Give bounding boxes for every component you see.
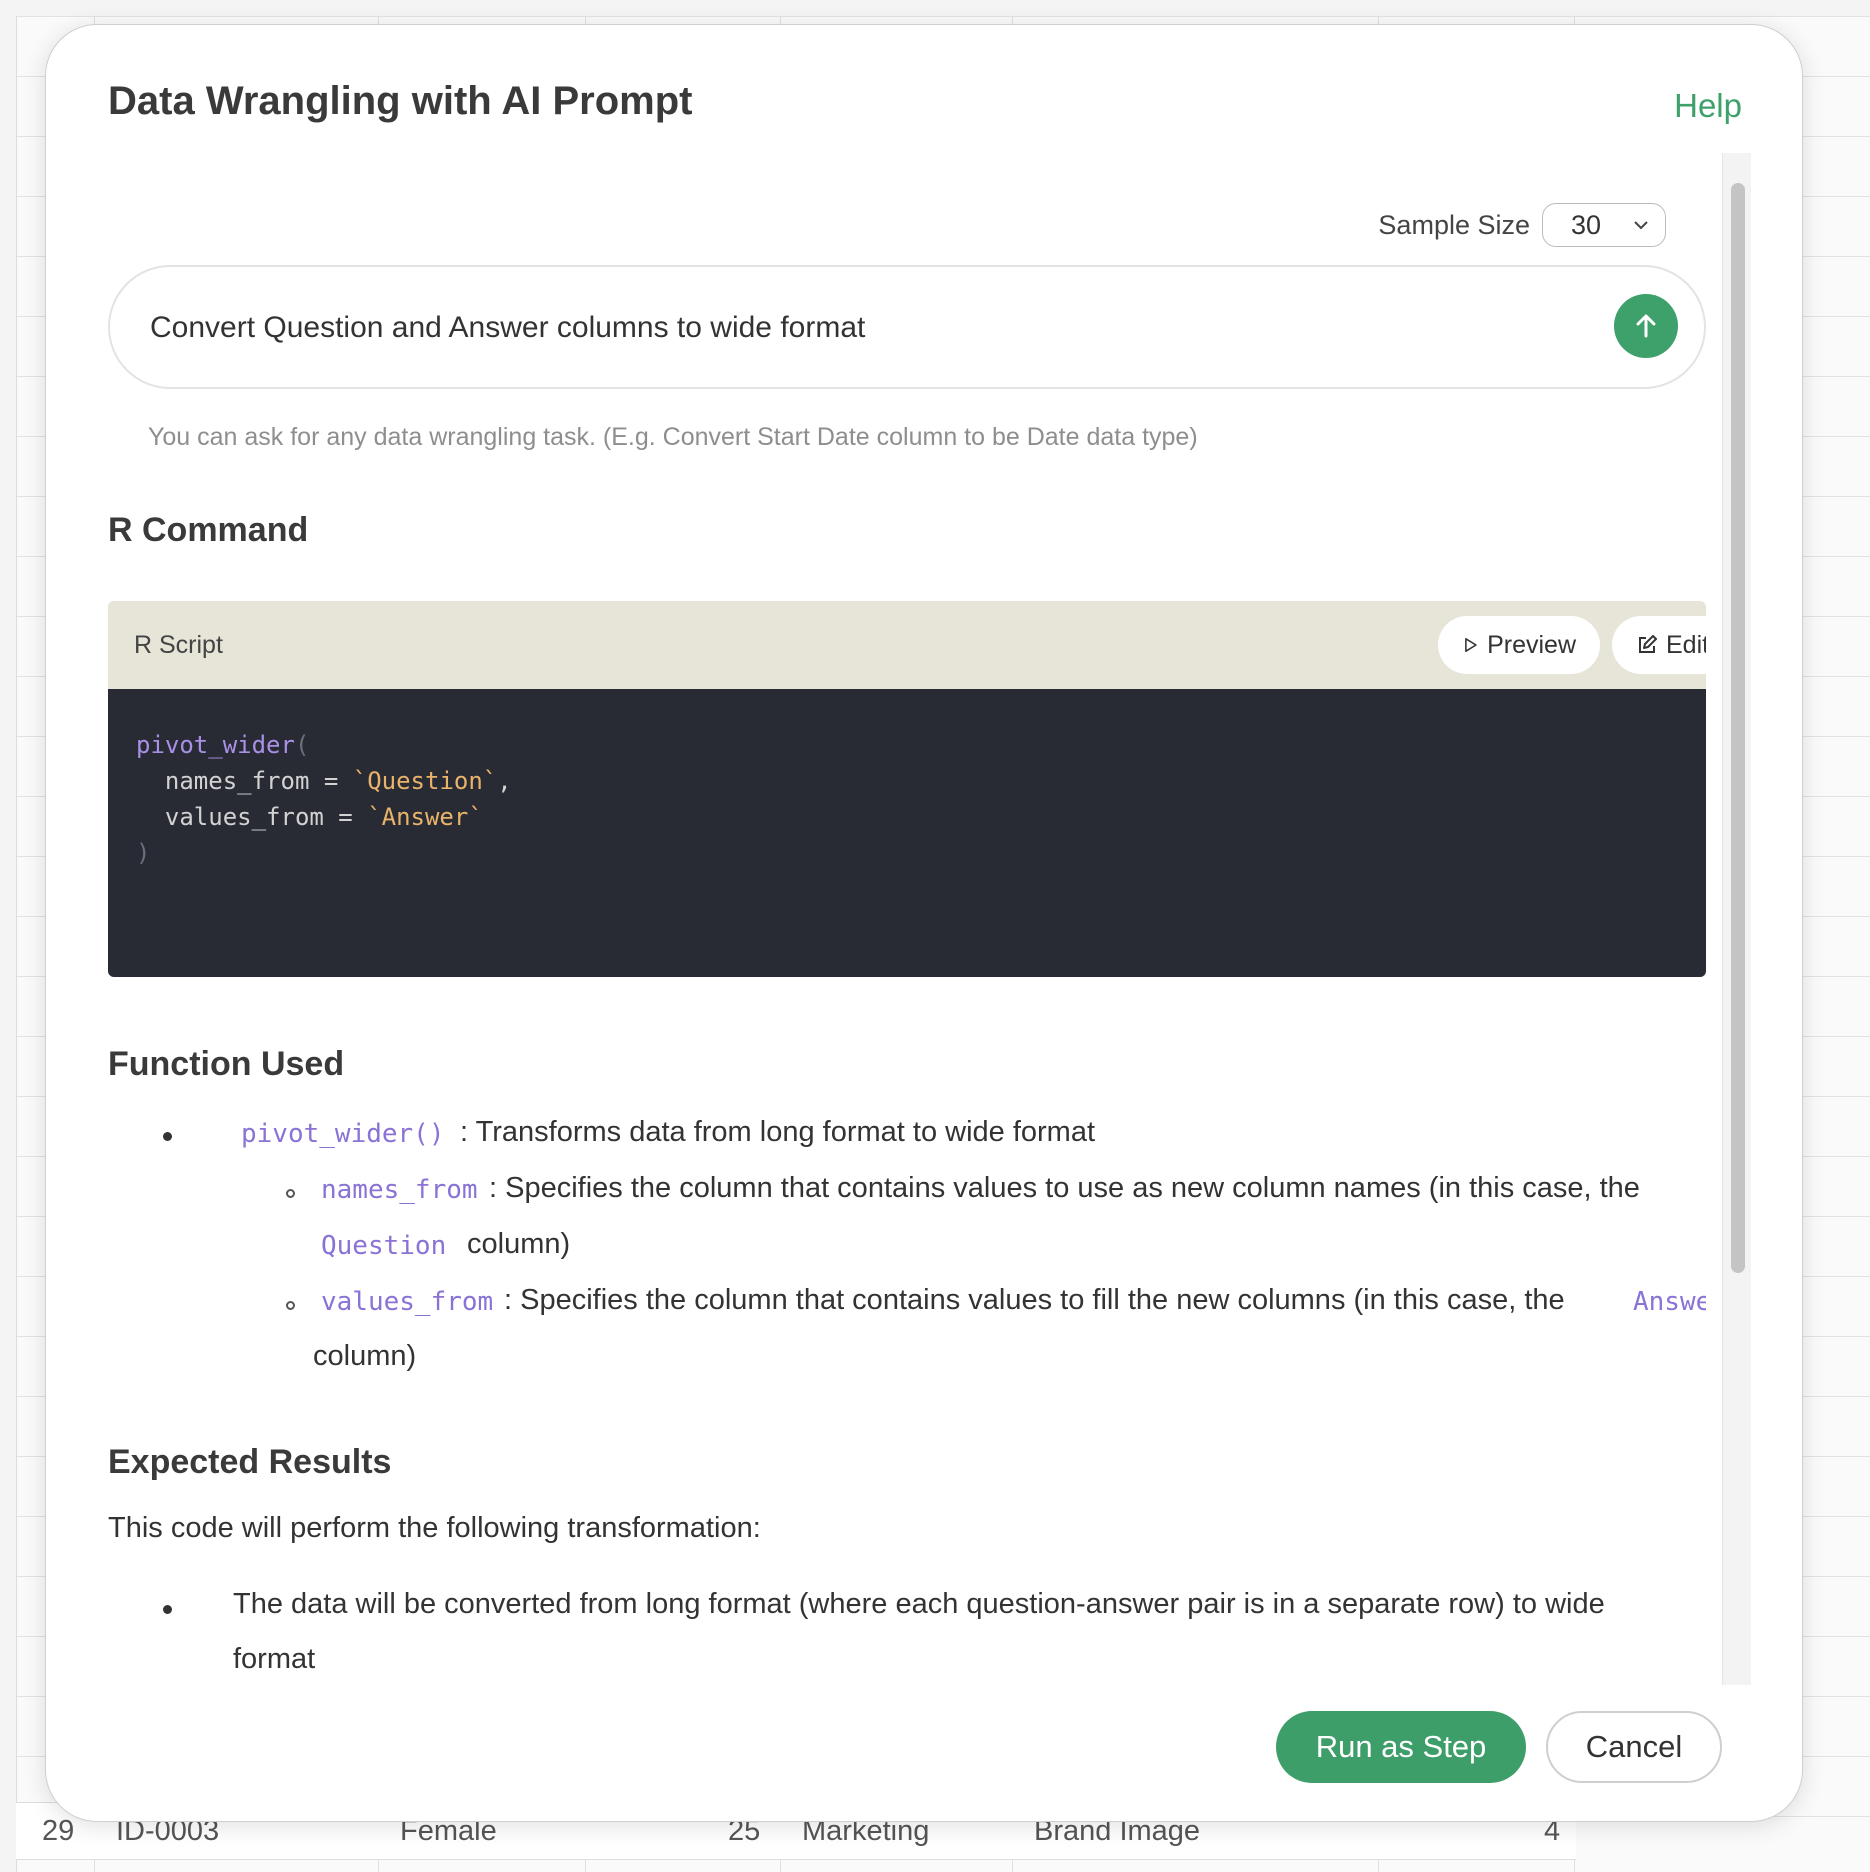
bullet bbox=[163, 1605, 172, 1614]
expected-intro: This code will perform the following tra… bbox=[108, 1512, 761, 1544]
param-names-from: names_from bbox=[321, 1175, 478, 1205]
prompt-input[interactable]: Convert Question and Answer columns to w… bbox=[108, 265, 1706, 389]
sub-bullet bbox=[286, 1189, 295, 1198]
edit-button[interactable]: Edit bbox=[1612, 616, 1706, 674]
scrollbar[interactable] bbox=[1722, 153, 1751, 1685]
run-as-step-button[interactable]: Run as Step bbox=[1276, 1711, 1526, 1783]
edit-icon bbox=[1639, 635, 1657, 653]
preview-label: Preview bbox=[1487, 630, 1576, 659]
param-values-from-tail: column) bbox=[313, 1340, 417, 1372]
code-line: pivot_wider( bbox=[136, 731, 310, 759]
edit-label: Edit bbox=[1666, 630, 1706, 659]
expected-results-heading: Expected Results bbox=[108, 1443, 392, 1481]
param-names-from-tail: column) bbox=[467, 1228, 571, 1260]
script-header: R Script Preview Edit bbox=[108, 601, 1706, 689]
param-values-from-desc: : Specifies the column that contains val… bbox=[504, 1284, 1565, 1316]
function-name: pivot_wider() bbox=[241, 1119, 445, 1149]
preview-button[interactable]: Preview bbox=[1438, 616, 1600, 674]
expected-bullet-line2: format bbox=[233, 1643, 316, 1675]
prompt-input-text: Convert Question and Answer columns to w… bbox=[150, 311, 866, 344]
script-label: R Script bbox=[134, 631, 223, 659]
param-names-from-column: Question bbox=[321, 1231, 447, 1261]
sample-size-control: Sample Size 30 bbox=[1378, 203, 1666, 247]
chevron-down-icon bbox=[1634, 221, 1648, 230]
r-command-heading: R Command bbox=[108, 511, 309, 549]
sample-size-label: Sample Size bbox=[1378, 209, 1530, 240]
dialog-title: Data Wrangling with AI Prompt bbox=[108, 79, 693, 123]
sub-bullet bbox=[286, 1301, 295, 1310]
sample-size-value: 30 bbox=[1571, 209, 1602, 240]
play-icon bbox=[1465, 638, 1477, 652]
function-description: : Transforms data from long format to wi… bbox=[460, 1116, 1096, 1148]
sample-size-select[interactable]: 30 bbox=[1542, 203, 1666, 247]
ai-prompt-dialog: Data Wrangling with AI Prompt Help Sampl… bbox=[45, 24, 1803, 1822]
code-line: names_from = `Question`, bbox=[136, 767, 512, 795]
param-names-from-desc: : Specifies the column that contains val… bbox=[489, 1172, 1640, 1204]
function-used-heading: Function Used bbox=[108, 1045, 345, 1083]
send-prompt-button[interactable] bbox=[1614, 294, 1678, 358]
expected-bullet-line1: The data will be converted from long for… bbox=[233, 1588, 1605, 1620]
help-link[interactable]: Help bbox=[1674, 87, 1742, 125]
cancel-button[interactable]: Cancel bbox=[1546, 1711, 1722, 1783]
arrow-up-icon bbox=[1636, 314, 1656, 338]
param-values-from: values_from bbox=[321, 1287, 494, 1317]
scrollbar-thumb[interactable] bbox=[1731, 183, 1745, 1273]
param-values-from-column: Answer bbox=[1633, 1287, 1706, 1317]
code-block[interactable]: pivot_wider( names_from = `Question`, va… bbox=[108, 689, 1706, 977]
bullet bbox=[163, 1132, 172, 1141]
code-line: values_from = `Answer` bbox=[136, 803, 483, 831]
code-line: ) bbox=[136, 839, 151, 867]
row-number: 29 bbox=[42, 1815, 75, 1847]
prompt-hint: You can ask for any data wrangling task.… bbox=[148, 423, 1198, 451]
dialog-content: Sample Size 30 Convert Question and Answ… bbox=[108, 153, 1706, 1685]
